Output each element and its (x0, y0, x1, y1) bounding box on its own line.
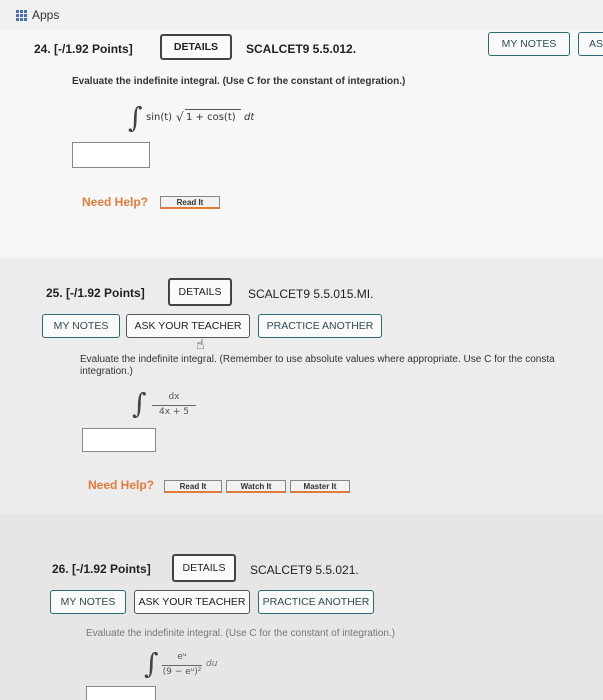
q25-watch-it-button[interactable]: Watch It (226, 480, 286, 493)
q26-ask-teacher-button[interactable]: ASK YOUR TEACHER (134, 590, 250, 614)
question-25-panel: 25. [-/1.92 Points] DETAILS SCALCET9 5.5… (0, 258, 603, 514)
q25-details-button[interactable]: DETAILS (168, 278, 232, 306)
q25-my-notes-button[interactable]: MY NOTES (42, 314, 120, 338)
question-26-panel: 26. [-/1.92 Points] DETAILS SCALCET9 5.5… (0, 514, 603, 700)
q25-answer-input[interactable] (82, 428, 156, 452)
q24-problem-code: SCALCET9 5.5.012. (246, 42, 357, 56)
q26-denominator: (9 − eᵘ)² (162, 667, 202, 677)
q25-read-it-button[interactable]: Read It (164, 480, 222, 493)
q25-instruction-line2: integration.) (80, 366, 133, 377)
q25-master-it-button[interactable]: Master It (290, 480, 350, 493)
hand-pointer-icon: ☝ (196, 336, 205, 352)
q24-answer-input[interactable] (72, 142, 150, 168)
q26-fraction-bar (162, 665, 202, 666)
q24-radicand: 1 + cos(t) (186, 112, 236, 123)
apps-label: Apps (32, 8, 60, 22)
q25-denominator: 4x + 5 (158, 407, 190, 417)
q25-practice-another-button[interactable]: PRACTICE ANOTHER (258, 314, 382, 338)
q26-details-button[interactable]: DETAILS (172, 554, 236, 582)
question-24-title: 24. [-/1.92 Points] (34, 42, 133, 56)
bookmarks-bar: Apps (0, 0, 603, 31)
q25-fraction-bar (152, 405, 196, 406)
question-25-title: 25. [-/1.92 Points] (46, 286, 145, 300)
q26-practice-another-button[interactable]: PRACTICE ANOTHER (258, 590, 374, 614)
q25-ask-teacher-button[interactable]: ASK YOUR TEACHER (126, 314, 250, 338)
q24-radical: √ (176, 110, 184, 124)
q24-radical-bar (185, 109, 241, 110)
q25-numerator: dx (168, 392, 180, 402)
q25-problem-code: SCALCET9 5.5.015.MI. (248, 287, 374, 301)
q24-instruction: Evaluate the indefinite integral. (Use C… (72, 76, 406, 87)
q26-numerator: eᵘ (177, 652, 187, 662)
apps-grid-icon (16, 9, 27, 21)
q24-details-button[interactable]: DETAILS (160, 34, 232, 60)
q24-my-notes-button[interactable]: MY NOTES (488, 32, 570, 56)
q24-need-help: Need Help? (82, 195, 149, 209)
q24-read-it-button[interactable]: Read It (160, 196, 220, 209)
q26-instruction: Evaluate the indefinite integral. (Use C… (86, 628, 396, 639)
question-26-title: 26. [-/1.92 Points] (52, 562, 151, 576)
q26-problem-code: SCALCET9 5.5.021. (250, 563, 359, 577)
q26-integral-sign: ∫ (144, 647, 159, 680)
apps-shortcut[interactable]: Apps (16, 8, 59, 22)
q25-instruction-line1: Evaluate the indefinite integral. (Remem… (80, 354, 555, 365)
q26-my-notes-button[interactable]: MY NOTES (50, 590, 126, 614)
q24-ask-teacher-button[interactable]: AS (578, 32, 603, 56)
q25-need-help: Need Help? (88, 478, 155, 492)
question-24-panel: 24. [-/1.92 Points] DETAILS SCALCET9 5.5… (0, 30, 603, 259)
q24-differential: dt (244, 112, 255, 123)
q26-differential: du (206, 659, 218, 669)
q25-integral-sign: ∫ (132, 387, 147, 420)
q24-integral-sign: ∫ (128, 101, 143, 134)
q24-integrand: sin(t) (146, 112, 173, 123)
q26-answer-input[interactable] (86, 686, 156, 700)
